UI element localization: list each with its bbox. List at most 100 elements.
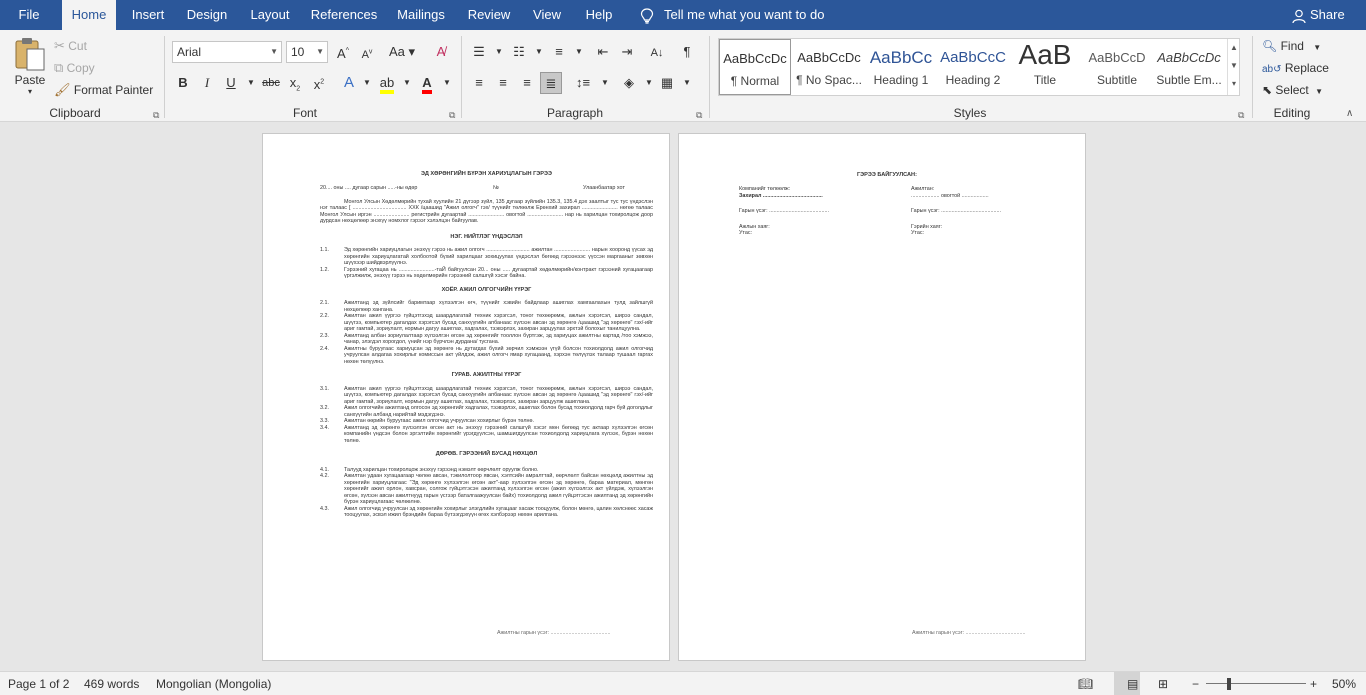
chevron-down-icon[interactable]: ▼: [528, 41, 550, 63]
zoom-slider-track[interactable]: [1206, 683, 1306, 684]
increase-indent-button[interactable]: ⇥: [616, 41, 638, 63]
chevron-down-icon[interactable]: ▼: [1228, 57, 1240, 75]
show-formatting-button[interactable]: ¶: [676, 41, 698, 63]
style-subtle-emphasis[interactable]: AaBbCcDc Subtle Em...: [1153, 39, 1225, 95]
chevron-down-icon: ▼: [270, 47, 278, 56]
contract-city: Улаанбаатар хот: [583, 184, 625, 191]
chevron-down-icon[interactable]: ▼: [488, 41, 510, 63]
shrink-font-button[interactable]: Av: [356, 41, 378, 63]
strikethrough-button[interactable]: abc: [260, 72, 282, 94]
chevron-down-icon[interactable]: ▼: [240, 72, 262, 94]
zoom-slider-thumb[interactable]: [1227, 678, 1231, 690]
chevron-down-icon[interactable]: ▼: [594, 72, 616, 94]
tab-layout[interactable]: Layout: [244, 0, 296, 30]
replace-button[interactable]: ab↺ Replace: [1262, 58, 1329, 78]
subscript-button[interactable]: x2: [284, 72, 306, 94]
align-right-button[interactable]: ≡: [516, 72, 538, 94]
bold-button[interactable]: B: [172, 72, 194, 94]
document-page-1[interactable]: ЭД ХӨРӨНГИЙН БҮРЭН ХАРИУЦЛАГЫН ГЭРЭЭ 20.…: [262, 133, 670, 661]
share-button[interactable]: Share: [1292, 0, 1345, 30]
tell-me-label: Tell me what you want to do: [664, 7, 825, 22]
change-case-button[interactable]: Aa ▾: [386, 41, 418, 63]
clear-formatting-button[interactable]: A̸: [430, 41, 452, 63]
style-title[interactable]: AaB Title: [1009, 39, 1081, 95]
tab-review[interactable]: Review: [462, 0, 516, 30]
section-1-heading: НЭГ. НИЙТЛЭГ ҮНДЭСЛЭЛ: [450, 233, 523, 240]
style-heading-2[interactable]: AaBbCcC Heading 2: [937, 39, 1009, 95]
highlight-button[interactable]: ab: [376, 72, 398, 94]
line-spacing-button[interactable]: ↕≡: [572, 72, 594, 94]
word-count[interactable]: 469 words: [84, 672, 139, 695]
magnifier-icon: 🔍︎: [1262, 39, 1278, 53]
chevron-down-icon[interactable]: ▼: [568, 41, 590, 63]
chevron-down-icon[interactable]: ▼: [356, 72, 378, 94]
font-name-select[interactable]: Arial ▼: [172, 41, 282, 63]
font-color-button[interactable]: A: [416, 72, 438, 94]
clipboard-launcher-icon[interactable]: ⧉: [153, 110, 159, 121]
tab-design[interactable]: Design: [180, 0, 234, 30]
tab-file[interactable]: File: [0, 0, 58, 30]
plus-icon: +: [1310, 677, 1318, 691]
align-left-button[interactable]: ≡: [468, 72, 490, 94]
chevron-down-icon[interactable]: ▼: [676, 72, 698, 94]
print-layout-button[interactable]: ▤: [1114, 672, 1140, 695]
tab-insert[interactable]: Insert: [122, 0, 174, 30]
tell-me-search[interactable]: Tell me what you want to do: [640, 0, 824, 30]
grow-font-button[interactable]: A^: [332, 41, 354, 63]
page-count[interactable]: Page 1 of 2: [8, 672, 69, 695]
strikethrough-icon: abc: [262, 77, 280, 89]
italic-button[interactable]: I: [196, 72, 218, 94]
style-subtitle[interactable]: AaBbCcD Subtitle: [1081, 39, 1153, 95]
underline-button[interactable]: U: [220, 72, 242, 94]
contract-number: №: [493, 184, 499, 191]
sort-button[interactable]: A↓: [646, 41, 668, 63]
date-line: 20.... оны .... дугаар сарын .....-ны өд…: [320, 185, 653, 196]
collapse-ribbon-icon[interactable]: ∧: [1346, 108, 1353, 119]
paste-button[interactable]: Paste ▾: [10, 36, 50, 102]
replace-label: Replace: [1284, 61, 1329, 75]
tab-references[interactable]: References: [306, 0, 382, 30]
status-bar: Page 1 of 2 469 words Mongolian (Mongoli…: [0, 671, 1366, 695]
style-sample: AaBbCcDc: [797, 50, 861, 65]
align-center-button[interactable]: ≡: [492, 72, 514, 94]
chevron-up-icon[interactable]: ▲: [1228, 39, 1240, 57]
print-layout-icon: ▤: [1127, 677, 1139, 691]
paragraph-launcher-icon[interactable]: ⧉: [696, 110, 702, 121]
borders-button[interactable]: ▦: [656, 72, 678, 94]
more-styles-icon[interactable]: ▾: [1228, 75, 1240, 93]
chevron-down-icon: ▼: [316, 47, 324, 56]
numbering-button[interactable]: ☷: [508, 41, 530, 63]
tab-home[interactable]: Home: [62, 0, 116, 30]
style-heading-1[interactable]: AaBbCc Heading 1: [865, 39, 937, 95]
select-button[interactable]: ⬉ Select ▼: [1262, 80, 1323, 100]
chevron-down-icon[interactable]: ▼: [396, 72, 418, 94]
bullets-button[interactable]: ☰: [468, 41, 490, 63]
chevron-down-icon[interactable]: ▼: [436, 72, 458, 94]
copy-button[interactable]: ⧉ Copy: [54, 58, 95, 78]
superscript-button[interactable]: x2: [308, 72, 330, 94]
language-indicator[interactable]: Mongolian (Mongolia): [156, 672, 271, 695]
tab-help[interactable]: Help: [578, 0, 620, 30]
styles-scrollbar[interactable]: ▲ ▼ ▾: [1227, 39, 1240, 95]
employee-name-line: ................... овогтой ............…: [911, 192, 989, 199]
multilevel-list-icon: ≡: [555, 44, 563, 59]
font-launcher-icon[interactable]: ⧉: [449, 110, 455, 121]
shading-button[interactable]: ◈: [618, 72, 640, 94]
employer-signature: Гарын үсэг: ............................…: [739, 208, 830, 214]
employee-block: Ажилтан: ................... овогтой ...…: [911, 186, 1061, 237]
style-no-spacing[interactable]: AaBbCcDc ¶ No Spac...: [793, 39, 865, 95]
cut-button[interactable]: ✂ Cut: [54, 36, 87, 56]
tab-view[interactable]: View: [526, 0, 568, 30]
style-normal[interactable]: AaBbCcDc ¶ Normal: [719, 39, 791, 95]
tab-mailings[interactable]: Mailings: [390, 0, 452, 30]
zoom-level[interactable]: 50%: [1332, 672, 1356, 695]
styles-launcher-icon[interactable]: ⧉: [1238, 110, 1244, 121]
list-item: 2.3. Ажилтанд албан зориулалтаар хүлээлгэ…: [320, 332, 653, 346]
find-button[interactable]: 🔍︎ Find ▼: [1262, 36, 1321, 56]
decrease-indent-button[interactable]: ⇤: [592, 41, 614, 63]
document-page-2[interactable]: ГЭРЭЭ БАЙГУУЛСАН: Компанийг төлөөлж: Зах…: [678, 133, 1086, 661]
multilevel-list-button[interactable]: ≡: [548, 41, 570, 63]
format-painter-button[interactable]: 🖌 Format Painter: [54, 80, 153, 100]
font-size-select[interactable]: 10 ▼: [286, 41, 328, 63]
justify-button[interactable]: ≣: [540, 72, 562, 94]
